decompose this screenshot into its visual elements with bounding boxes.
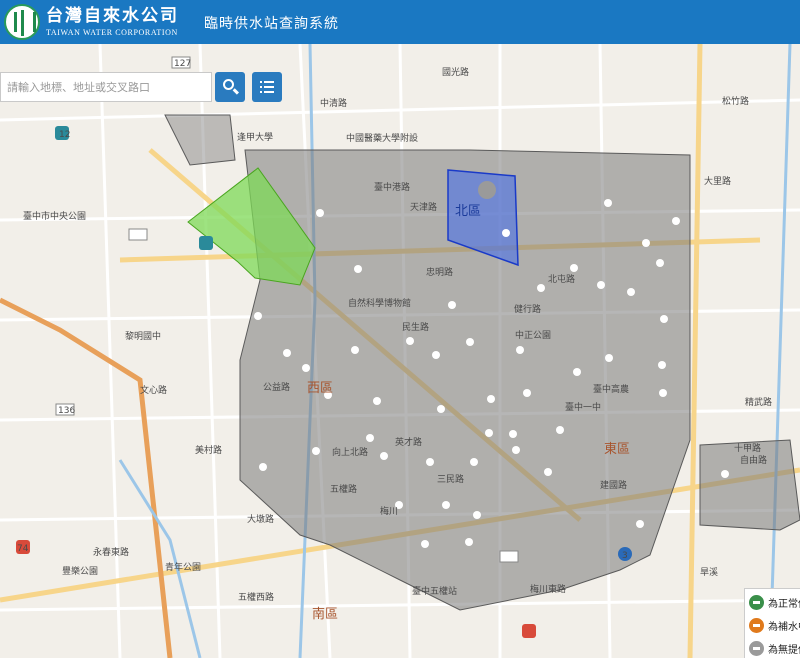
road-label: 國光路 — [442, 66, 469, 78]
header-bar: 台灣自來水公司 TAIWAN WATER CORPORATION 臨時供水站查詢… — [0, 0, 800, 44]
list-view-button[interactable] — [252, 72, 282, 102]
water-logo-icon — [4, 4, 40, 40]
road-label: 三民路 — [437, 473, 464, 485]
route-label: 74 — [17, 544, 29, 554]
poi-label: 臺中一中 — [565, 401, 601, 413]
road-label: 松竹路 — [722, 95, 749, 107]
road-label: 五權路 — [330, 483, 357, 495]
poi-label: 梅川東路 — [530, 583, 566, 595]
poi-label: 臺中高農 — [593, 383, 629, 395]
route-label: 136 — [58, 406, 75, 416]
road-label: 美村路 — [195, 444, 222, 456]
road-label: 大墩路 — [247, 513, 274, 525]
poi-label: 豐樂公園 — [62, 565, 98, 577]
legend-normal-icon — [749, 594, 764, 610]
road-label: 十甲路 — [734, 442, 761, 454]
district-label-west: 西區 — [307, 381, 333, 396]
list-icon — [260, 81, 274, 93]
road-label: 健行路 — [514, 303, 541, 315]
road-label: 英才路 — [395, 436, 422, 448]
page-title: 臨時供水站查詢系統 — [204, 16, 339, 32]
poi-label: 逢甲大學 — [237, 131, 273, 143]
logo-chinese-name: 台灣自來水公司 — [46, 5, 179, 26]
legend-refilling-icon — [749, 617, 764, 633]
legend-none-icon — [749, 640, 764, 656]
district-label-south: 南區 — [312, 606, 338, 622]
legend-item-normal: 為正常供水 — [745, 592, 800, 612]
legend-item-refilling: 為補水中 — [745, 615, 800, 635]
map-svg: 12 127 136 3 74 逢甲大學 中國醫藥大學附設 臺中港路 天津路 自… — [0, 44, 800, 658]
road-label: 五權西路 — [238, 591, 274, 603]
legend-item-none: 為無提供 — [745, 638, 800, 658]
road-label: 永春東路 — [93, 546, 129, 558]
legend-label: 為正常供水 — [768, 598, 800, 610]
map-canvas[interactable]: 12 127 136 3 74 逢甲大學 中國醫藥大學附設 臺中港路 天津路 自… — [0, 44, 800, 658]
poi-label: 臺中市中央公園 — [23, 210, 86, 222]
poi-label: 青年公園 — [165, 561, 201, 573]
company-logo[interactable]: 台灣自來水公司 TAIWAN WATER CORPORATION — [0, 0, 184, 44]
river-label: 梅川 — [380, 505, 398, 517]
route-label: 3 — [622, 551, 628, 561]
poi-label: 臺中五權站 — [412, 585, 457, 597]
road-label: 臺中港路 — [374, 181, 410, 193]
road-label: 中清路 — [320, 97, 347, 109]
road-label: 北屯路 — [548, 273, 575, 285]
route-label: 12 — [59, 130, 70, 140]
road-label: 文心路 — [140, 384, 167, 396]
search-button[interactable] — [215, 72, 245, 102]
road-label: 公益路 — [263, 381, 290, 393]
legend-label: 為補水中 — [768, 621, 800, 633]
road-label: 建國路 — [600, 479, 627, 491]
legend-label: 為無提供 — [768, 644, 800, 656]
road-label: 精武路 — [745, 396, 772, 408]
road-label: 大里路 — [704, 175, 731, 187]
road-label: 向上北路 — [332, 446, 368, 458]
search-input[interactable] — [0, 72, 212, 102]
road-label: 忠明路 — [426, 266, 453, 278]
logo-english-name: TAIWAN WATER CORPORATION — [46, 27, 178, 37]
poi-label: 黎明國中 — [125, 330, 161, 342]
search-icon — [223, 79, 234, 90]
map-legend: 為正常供水 為補水中 為無提供 — [744, 588, 800, 658]
road-label: 民生路 — [402, 321, 429, 333]
district-label-east: 東區 — [604, 441, 630, 457]
river-label: 旱溪 — [700, 566, 718, 578]
poi-label: 中國醫藥大學附設 — [346, 132, 418, 144]
road-label: 天津路 — [410, 201, 437, 213]
district-label-north: 北區 — [455, 204, 481, 219]
route-label: 127 — [174, 59, 191, 69]
poi-label: 自然科學博物館 — [348, 297, 411, 309]
poi-label: 中正公園 — [515, 329, 551, 341]
road-label: 自由路 — [740, 454, 767, 466]
